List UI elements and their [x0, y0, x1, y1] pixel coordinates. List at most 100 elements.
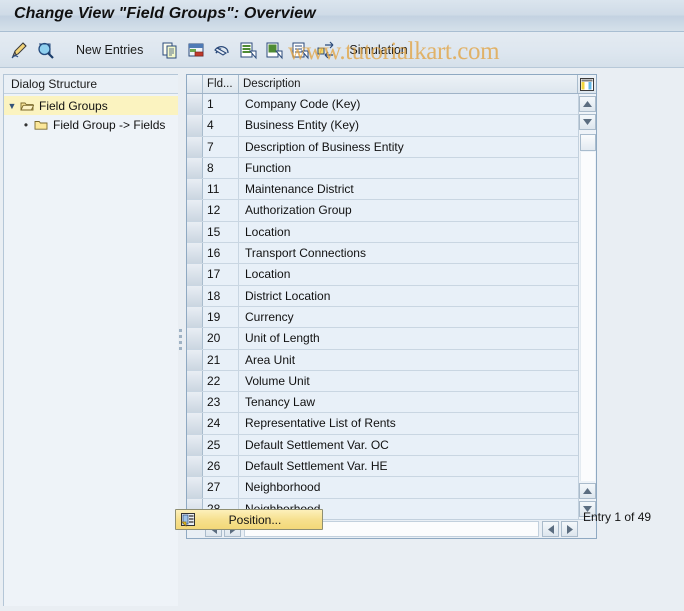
cell-fld[interactable]: 4 — [203, 115, 239, 136]
cell-fld[interactable]: 22 — [203, 370, 239, 392]
cell-fld[interactable]: 23 — [203, 392, 239, 413]
select-all-icon[interactable] — [237, 39, 259, 61]
table-row[interactable]: 8 Function — [187, 157, 596, 180]
cell-description[interactable]: Default Settlement Var. HE — [239, 456, 596, 476]
cell-description[interactable]: Volume Unit — [239, 371, 596, 391]
row-select-cell[interactable] — [187, 200, 203, 221]
simulation-button[interactable]: Simulation — [341, 43, 415, 57]
cell-description[interactable]: Company Code (Key) — [239, 94, 596, 114]
scroll-first-column-button[interactable] — [542, 521, 559, 537]
cell-fld[interactable]: 26 — [203, 456, 239, 477]
table-row[interactable]: 26 Default Settlement Var. HE — [187, 456, 596, 478]
cell-description[interactable]: District Location — [239, 286, 596, 306]
row-select-cell[interactable] — [187, 456, 203, 477]
cell-fld[interactable]: 19 — [203, 306, 239, 328]
row-select-cell[interactable] — [187, 370, 203, 392]
row-select-cell[interactable] — [187, 413, 203, 434]
deselect-all-icon[interactable] — [289, 39, 311, 61]
magnifier-icon[interactable] — [34, 39, 56, 61]
copy-icon[interactable] — [159, 39, 181, 61]
column-header-description[interactable]: Description — [239, 75, 578, 93]
table-row[interactable]: 7 Description of Business Entity — [187, 136, 596, 158]
cell-description[interactable]: Area Unit — [239, 350, 596, 370]
undo-arrow-icon[interactable] — [211, 39, 233, 61]
row-select-cell[interactable] — [187, 285, 203, 306]
table-settings-icon[interactable] — [578, 75, 596, 93]
row-select-cell[interactable] — [187, 243, 203, 264]
row-select-cell[interactable] — [187, 221, 203, 243]
cell-fld[interactable]: 16 — [203, 243, 239, 264]
row-select-cell[interactable] — [187, 328, 203, 349]
position-button[interactable]: Position... — [175, 509, 323, 530]
expander-collapse-icon[interactable]: ▼ — [4, 101, 20, 111]
table-row[interactable]: 25 Default Settlement Var. OC — [187, 434, 596, 457]
cell-description[interactable]: Description of Business Entity — [239, 137, 596, 157]
scroll-track[interactable] — [580, 152, 595, 481]
cell-fld[interactable]: 18 — [203, 285, 239, 306]
table-row[interactable]: 18 District Location — [187, 285, 596, 307]
table-row[interactable]: 21 Area Unit — [187, 349, 596, 371]
cell-description[interactable]: Tenancy Law — [239, 392, 596, 412]
table-row[interactable]: 24 Representative List of Rents — [187, 413, 596, 435]
cell-description[interactable]: Function — [239, 158, 596, 178]
table-row[interactable]: 4 Business Entity (Key) — [187, 115, 596, 137]
table-row[interactable]: 19 Currency — [187, 306, 596, 329]
cell-fld[interactable]: 21 — [203, 349, 239, 370]
cell-description[interactable]: Location — [239, 222, 596, 242]
row-select-cell[interactable] — [187, 94, 203, 115]
new-entries-button[interactable]: New Entries — [68, 43, 151, 57]
row-select-cell[interactable] — [187, 434, 203, 456]
table-row[interactable]: 15 Location — [187, 221, 596, 244]
table-row[interactable]: 20 Unit of Length — [187, 328, 596, 350]
cell-description[interactable]: Neighborhood — [239, 477, 596, 497]
cell-description[interactable]: Currency — [239, 307, 596, 327]
delete-row-icon[interactable] — [185, 39, 207, 61]
table-row[interactable]: 23 Tenancy Law — [187, 392, 596, 414]
cell-description[interactable]: Default Settlement Var. OC — [239, 435, 596, 455]
column-header-select-all[interactable] — [187, 75, 203, 93]
table-row[interactable]: 27 Neighborhood — [187, 477, 596, 499]
cell-fld[interactable]: 15 — [203, 221, 239, 243]
cell-fld[interactable]: 25 — [203, 434, 239, 456]
row-select-cell[interactable] — [187, 306, 203, 328]
cell-description[interactable]: Unit of Length — [239, 328, 596, 348]
cell-description[interactable]: Transport Connections — [239, 243, 596, 263]
scroll-line-up-button[interactable] — [579, 483, 596, 499]
cell-description[interactable]: Business Entity (Key) — [239, 115, 596, 135]
row-select-cell[interactable] — [187, 179, 203, 200]
cell-fld[interactable]: 20 — [203, 328, 239, 349]
row-select-cell[interactable] — [187, 157, 203, 179]
table-row[interactable]: 17 Location — [187, 264, 596, 286]
cell-fld[interactable]: 24 — [203, 413, 239, 434]
cell-description[interactable]: Authorization Group — [239, 200, 596, 220]
tree-item-field-group-fields[interactable]: • Field Group -> Fields — [4, 115, 180, 134]
transfer-icon[interactable] — [315, 39, 337, 61]
row-select-cell[interactable] — [187, 136, 203, 157]
row-select-cell[interactable] — [187, 477, 203, 498]
scroll-last-column-button[interactable] — [561, 521, 578, 537]
table-vertical-scrollbar[interactable] — [578, 94, 596, 519]
column-header-fld[interactable]: Fld... — [203, 75, 239, 93]
scroll-page-up-button[interactable] — [579, 96, 596, 112]
cell-fld[interactable]: 11 — [203, 179, 239, 200]
row-select-cell[interactable] — [187, 115, 203, 136]
table-row[interactable]: 1 Company Code (Key) — [187, 94, 596, 116]
cell-fld[interactable]: 27 — [203, 477, 239, 498]
table-row[interactable]: 22 Volume Unit — [187, 370, 596, 393]
scroll-thumb[interactable] — [580, 134, 596, 151]
row-select-cell[interactable] — [187, 392, 203, 413]
cell-fld[interactable]: 7 — [203, 136, 239, 157]
cell-fld[interactable]: 12 — [203, 200, 239, 221]
cell-description[interactable]: Maintenance District — [239, 179, 596, 199]
tree-item-field-groups[interactable]: ▼ Field Groups — [4, 96, 180, 115]
cell-fld[interactable]: 1 — [203, 94, 239, 115]
cell-fld[interactable]: 8 — [203, 157, 239, 179]
row-select-cell[interactable] — [187, 264, 203, 285]
table-row[interactable]: 16 Transport Connections — [187, 243, 596, 265]
cell-fld[interactable]: 17 — [203, 264, 239, 285]
table-row[interactable]: 12 Authorization Group — [187, 200, 596, 222]
row-select-cell[interactable] — [187, 349, 203, 370]
cell-description[interactable]: Location — [239, 264, 596, 284]
select-block-icon[interactable] — [263, 39, 285, 61]
pencil-icon[interactable] — [8, 39, 30, 61]
